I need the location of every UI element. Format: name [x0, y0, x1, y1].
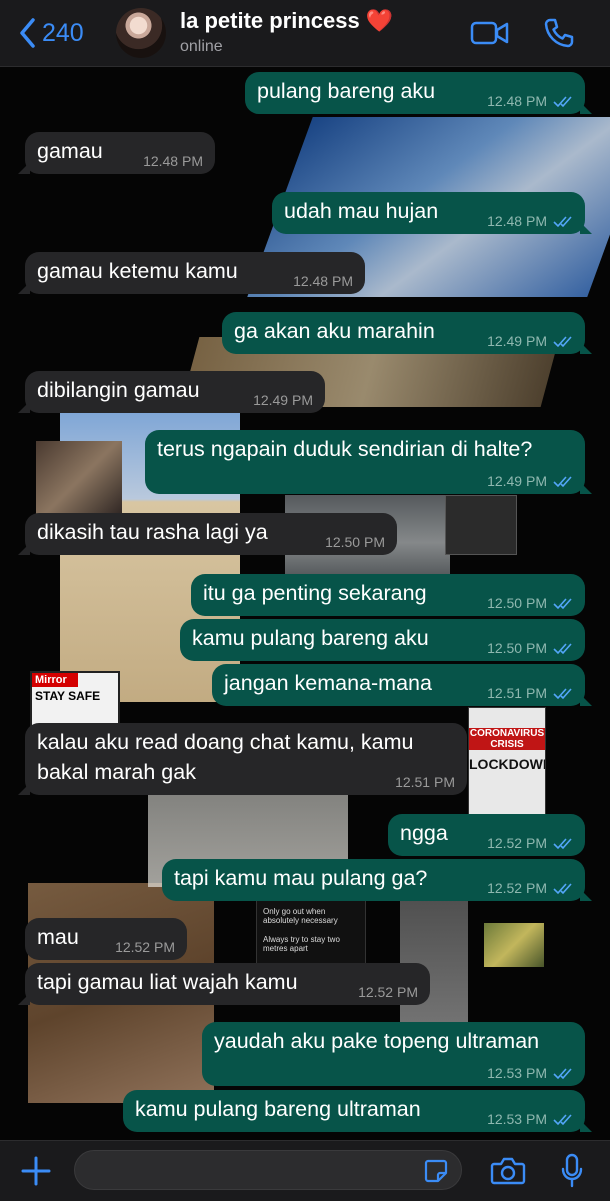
- avatar[interactable]: [116, 8, 166, 58]
- read-ticks-icon: [553, 336, 572, 348]
- chat-header: 240 la petite princess ❤️ online: [0, 0, 610, 67]
- message-time: 12.48 PM: [293, 273, 353, 289]
- newspaper-headline: STAY SAFE: [35, 689, 101, 703]
- message-outgoing[interactable]: ga akan aku marahin 12.49 PM: [222, 312, 592, 354]
- message-text: jangan kemana-mana: [224, 671, 432, 695]
- phone-icon[interactable]: [543, 17, 575, 49]
- message-outgoing[interactable]: ngga 12.52 PM: [388, 814, 585, 856]
- message-time: 12.49 PM: [253, 392, 313, 408]
- message-incoming[interactable]: tapi gamau liat wajah kamu 12.52 PM: [18, 963, 430, 1005]
- message-time: 12.48 PM: [487, 93, 547, 109]
- message-text: kamu pulang bareng ultraman: [135, 1097, 421, 1121]
- guidance-text-1: Only go out when absolutely necessary: [263, 907, 338, 925]
- read-ticks-icon: [553, 598, 572, 610]
- sticker-icon[interactable]: [423, 1158, 449, 1184]
- message-text: kamu pulang bareng aku: [192, 626, 429, 650]
- read-ticks-icon: [553, 643, 572, 655]
- message-outgoing[interactable]: pulang bareng aku 12.48 PM: [245, 72, 592, 114]
- plus-icon[interactable]: [20, 1155, 52, 1187]
- message-text: terus ngapain duduk sendirian di halte?: [157, 437, 533, 461]
- message-time: 12.53 PM: [487, 1065, 547, 1081]
- message-outgoing[interactable]: kamu pulang bareng aku 12.50 PM: [180, 619, 585, 661]
- video-camera-icon[interactable]: [470, 18, 510, 48]
- message-text: gamau ketemu kamu: [37, 259, 238, 283]
- message-incoming[interactable]: gamau 12.48 PM: [18, 132, 215, 174]
- newspaper-line-3: LOCKDOWN: [469, 756, 546, 772]
- message-time: 12.49 PM: [487, 333, 547, 349]
- message-outgoing[interactable]: itu ga penting sekarang 12.50 PM: [191, 574, 585, 616]
- guidance-text-2: Always try to stay two metres apart: [263, 935, 340, 953]
- message-incoming[interactable]: gamau ketemu kamu 12.48 PM: [18, 252, 365, 294]
- message-outgoing[interactable]: terus ngapain duduk sendirian di halte? …: [145, 430, 592, 494]
- message-time: 12.52 PM: [487, 835, 547, 851]
- message-incoming[interactable]: dibilangin gamau 12.49 PM: [18, 371, 325, 413]
- message-incoming[interactable]: dikasih tau rasha lagi ya 12.50 PM: [18, 513, 397, 555]
- message-outgoing[interactable]: udah mau hujan 12.48 PM: [272, 192, 592, 234]
- chevron-left-icon: [20, 18, 35, 48]
- message-outgoing[interactable]: jangan kemana-mana 12.51 PM: [212, 664, 592, 706]
- message-text: tapi gamau liat wajah kamu: [37, 970, 298, 994]
- newspaper-mirror: Mirror STAY SAFE: [30, 671, 120, 731]
- message-time: 12.52 PM: [358, 984, 418, 1000]
- message-text: yaudah aku pake topeng ultraman: [214, 1029, 540, 1053]
- message-outgoing[interactable]: tapi kamu mau pulang ga? 12.52 PM: [162, 859, 592, 901]
- message-time: 12.50 PM: [487, 595, 547, 611]
- message-text: dikasih tau rasha lagi ya: [37, 520, 268, 544]
- message-text: dibilangin gamau: [37, 378, 200, 402]
- message-input[interactable]: [74, 1150, 462, 1190]
- message-text: gamau: [37, 139, 103, 163]
- message-text: udah mau hujan: [284, 199, 439, 223]
- read-ticks-icon: [553, 96, 572, 108]
- message-incoming[interactable]: mau 12.52 PM: [25, 918, 187, 960]
- message-outgoing[interactable]: kamu pulang bareng ultraman 12.53 PM: [123, 1090, 592, 1132]
- contact-name: la petite princess: [180, 8, 360, 33]
- microphone-icon[interactable]: [560, 1153, 584, 1189]
- contact-status: online: [180, 38, 223, 55]
- newspaper-lockdown: CORONAVIRUS CRISIS LOCKDOWN: [468, 707, 546, 819]
- read-ticks-icon: [553, 476, 572, 488]
- message-text: kalau aku read doang chat kamu, kamu bak…: [37, 730, 414, 784]
- message-time: 12.50 PM: [325, 534, 385, 550]
- message-time: 12.50 PM: [487, 640, 547, 656]
- unread-count: 240: [42, 18, 84, 47]
- message-text: pulang bareng aku: [257, 79, 436, 103]
- message-time: 12.48 PM: [143, 153, 203, 169]
- contact-info[interactable]: la petite princess ❤️ online: [180, 8, 393, 56]
- newspaper-line-2: CRISIS: [469, 739, 545, 750]
- message-time: 12.53 PM: [487, 1111, 547, 1127]
- read-ticks-icon: [553, 216, 572, 228]
- heart-emoji: ❤️: [365, 8, 394, 33]
- message-time: 12.48 PM: [487, 213, 547, 229]
- message-outgoing[interactable]: yaudah aku pake topeng ultraman 12.53 PM: [202, 1022, 585, 1086]
- message-time: 12.52 PM: [115, 939, 175, 955]
- message-time: 12.51 PM: [395, 774, 455, 790]
- message-incoming[interactable]: kalau aku read doang chat kamu, kamu bak…: [18, 723, 467, 795]
- message-text: ngga: [400, 821, 448, 845]
- message-text: ga akan aku marahin: [234, 319, 435, 343]
- read-ticks-icon: [553, 838, 572, 850]
- composer-bar: [0, 1140, 610, 1201]
- read-ticks-icon: [553, 1114, 572, 1126]
- read-ticks-icon: [553, 1068, 572, 1080]
- back-button[interactable]: 240: [18, 16, 84, 50]
- read-ticks-icon: [553, 883, 572, 895]
- message-time: 12.49 PM: [487, 473, 547, 489]
- newspaper-masthead: Mirror: [32, 673, 78, 687]
- message-time: 12.51 PM: [487, 685, 547, 701]
- message-text: mau: [37, 925, 79, 949]
- newspaper-line-1: CORONAVIRUS: [469, 728, 545, 739]
- message-text: itu ga penting sekarang: [203, 581, 427, 605]
- message-text: tapi kamu mau pulang ga?: [174, 866, 428, 890]
- read-ticks-icon: [553, 688, 572, 700]
- camera-icon[interactable]: [490, 1156, 526, 1186]
- message-time: 12.52 PM: [487, 880, 547, 896]
